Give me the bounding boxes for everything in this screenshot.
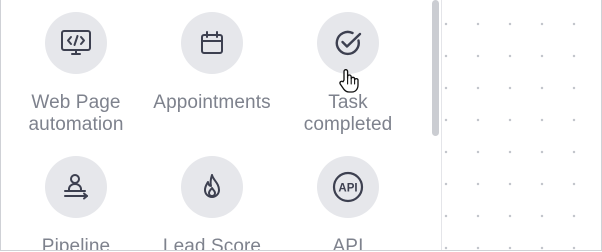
palette-scrollbar[interactable]: [429, 0, 442, 250]
trigger-icon-circle: [45, 156, 107, 218]
workflow-canvas[interactable]: [442, 0, 601, 250]
calendar-icon: [201, 31, 223, 54]
api-icon-text: API: [338, 183, 357, 195]
scrollbar-thumb[interactable]: [432, 0, 439, 136]
trigger-icon-circle: [45, 12, 107, 74]
trigger-label-line2: completed: [303, 114, 393, 135]
trigger-icon-circle: [317, 12, 379, 74]
trigger-label-line1: Web Page: [31, 92, 121, 113]
trigger-icon-circle: API: [317, 156, 379, 218]
check-circle-icon: [335, 30, 362, 56]
trigger-label: Pipeline: [6, 236, 146, 250]
pipeline-person-icon: [64, 174, 88, 200]
trigger-api[interactable]: API API: [278, 156, 418, 250]
trigger-label: Web Page automation: [6, 92, 146, 136]
trigger-label-line1: API: [332, 236, 364, 250]
trigger-label-line1: Pipeline: [41, 236, 111, 250]
hand-pointer-icon: [339, 69, 359, 93]
trigger-icon-circle: [181, 156, 243, 218]
workflow-editor: Web Page automation Appointments Task co…: [0, 0, 602, 251]
trigger-label: Lead Score: [142, 236, 282, 250]
trigger-pipeline[interactable]: Pipeline: [6, 156, 146, 250]
trigger-palette: Web Page automation Appointments Task co…: [1, 0, 429, 250]
trigger-label: Appointments: [142, 92, 282, 114]
trigger-appointments[interactable]: Appointments: [142, 12, 282, 114]
trigger-label-line1: Appointments: [153, 92, 271, 113]
trigger-icon-circle: [181, 12, 243, 74]
monitor-code-icon: [61, 30, 91, 55]
api-icon: API: [332, 171, 364, 203]
trigger-label-line2: automation: [28, 114, 124, 135]
trigger-label: API: [278, 236, 418, 250]
trigger-web-page-automation[interactable]: Web Page automation: [6, 12, 146, 136]
trigger-label: Task completed: [278, 92, 418, 136]
flame-icon: [204, 174, 220, 198]
trigger-label-line1: Lead Score: [162, 236, 262, 250]
trigger-label-line1: Task: [328, 92, 368, 113]
trigger-lead-score[interactable]: Lead Score: [142, 156, 282, 250]
